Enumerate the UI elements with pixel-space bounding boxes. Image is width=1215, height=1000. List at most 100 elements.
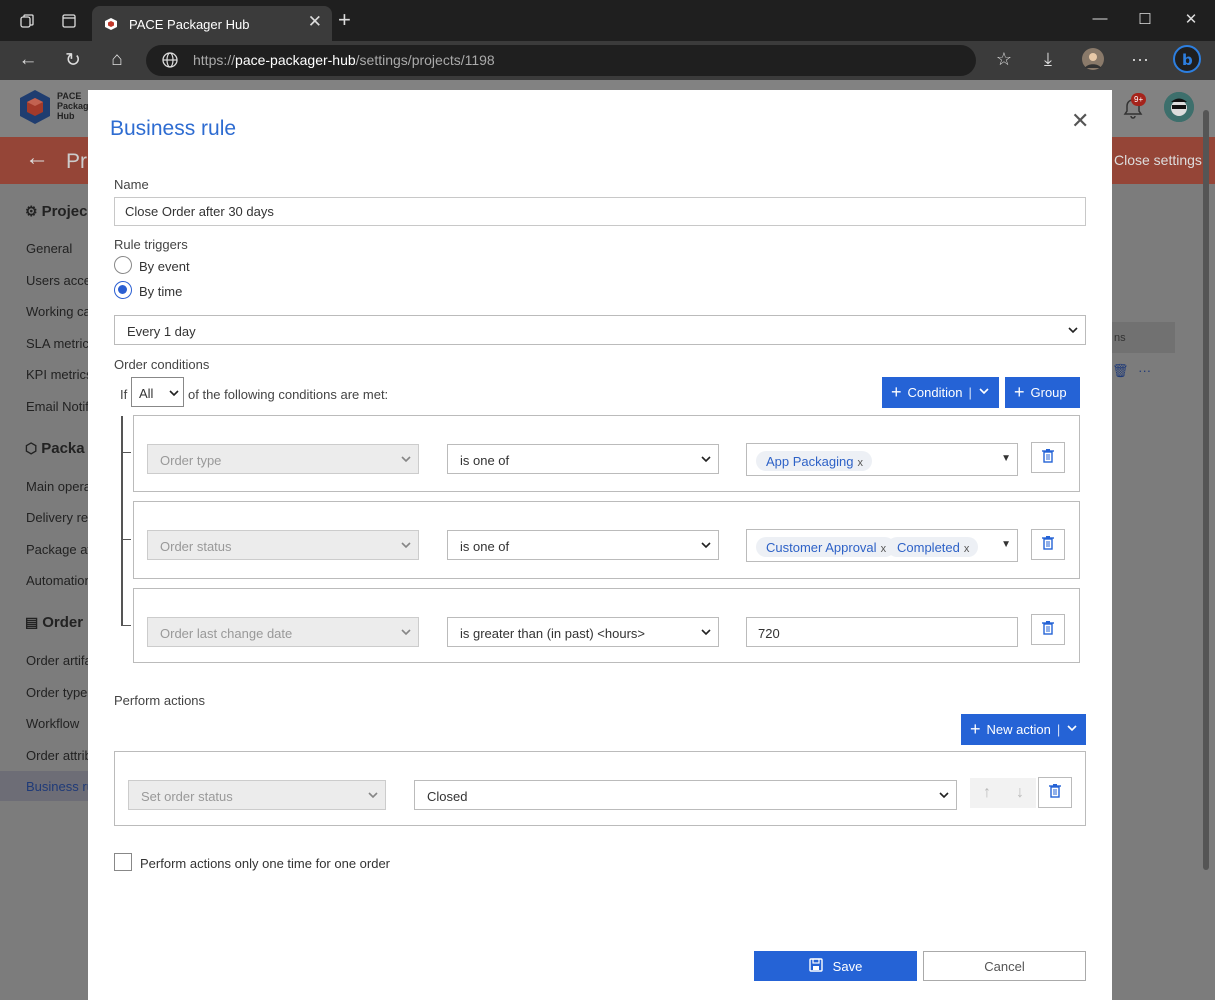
sidebar-item-sla-metrics[interactable]: SLA metric xyxy=(26,336,89,351)
sidebar-item-working-calendar[interactable]: Working ca xyxy=(26,304,91,319)
sidebar-item-kpi-metrics[interactable]: KPI metrics xyxy=(26,367,92,382)
trash-icon xyxy=(1041,448,1055,467)
move-down-arrow-icon[interactable]: ↓ xyxy=(1005,784,1035,802)
tab-actions-icon[interactable] xyxy=(56,8,82,34)
remove-tag-icon[interactable]: x xyxy=(881,543,887,555)
url-prefix: https:// xyxy=(193,52,236,68)
dialog-title: Business rule xyxy=(110,117,237,140)
order-conditions-label: Order conditions xyxy=(114,357,210,372)
condition-field-select: Order type xyxy=(147,444,419,474)
page-scrollbar[interactable] xyxy=(1201,110,1211,900)
chevron-down-icon xyxy=(367,789,379,804)
close-dialog-icon[interactable]: ✕ xyxy=(1071,108,1089,134)
condition-field-select: Order status xyxy=(147,530,419,560)
chevron-down-icon[interactable] xyxy=(978,385,990,400)
chevron-down-icon xyxy=(168,387,180,402)
plus-icon: + xyxy=(1014,382,1025,402)
sidebar-item-workflow[interactable]: Workflow xyxy=(26,716,79,731)
sidebar-item-main-operations[interactable]: Main opera xyxy=(26,479,91,494)
sidebar-item-order-attributes[interactable]: Order attrib xyxy=(26,748,92,763)
sidebar-item-general[interactable]: General xyxy=(26,241,72,256)
sidebar-item-delivery[interactable]: Delivery re xyxy=(26,510,88,525)
sidebar-item-package-attributes[interactable]: Package at xyxy=(26,542,91,557)
delete-condition-button[interactable] xyxy=(1031,442,1065,473)
pace-logo-icon xyxy=(19,89,51,128)
remove-tag-icon[interactable]: x xyxy=(857,457,863,469)
condition-operator-select[interactable]: is greater than (in past) <hours> xyxy=(447,617,719,647)
new-tab-icon[interactable]: + xyxy=(338,9,351,31)
conditions-met-text: of the following conditions are met: xyxy=(188,387,389,402)
save-button[interactable]: Save xyxy=(754,951,917,981)
trash-icon xyxy=(1041,535,1055,554)
add-group-button[interactable]: + Group xyxy=(1005,377,1080,408)
once-per-order-checkbox[interactable] xyxy=(114,853,132,871)
sidebar-item-order-artifacts[interactable]: Order artifa xyxy=(26,653,92,668)
condition-operator-select[interactable]: is one of xyxy=(447,444,719,474)
settings-sidebar: ⚙ Projec General Users acces Working ca S… xyxy=(0,184,98,1000)
workspaces-icon[interactable] xyxy=(14,8,40,34)
condition-values-multiselect[interactable]: App Packaging x ▼ xyxy=(746,443,1018,476)
delete-condition-button[interactable] xyxy=(1031,614,1065,645)
by-event-radio[interactable] xyxy=(114,256,132,274)
delete-action-button[interactable] xyxy=(1038,777,1072,808)
action-value-select[interactable]: Closed xyxy=(414,780,957,810)
sidebar-item-business-rules[interactable]: Business ru xyxy=(26,779,94,794)
by-time-label: By time xyxy=(139,284,183,299)
perform-actions-label: Perform actions xyxy=(114,693,206,708)
new-action-button[interactable]: + New action | xyxy=(961,714,1086,745)
trash-icon xyxy=(1048,783,1062,802)
url-host: pace-packager-hub xyxy=(235,52,356,68)
sidebar-item-automation[interactable]: Automation xyxy=(26,573,92,588)
delete-condition-button[interactable] xyxy=(1031,529,1065,560)
cancel-button[interactable]: Cancel xyxy=(923,951,1086,981)
schedule-select[interactable]: Every 1 day xyxy=(114,315,1086,345)
plus-icon: + xyxy=(970,719,981,739)
sidebar-section-package: ⬡ Packa xyxy=(25,440,85,457)
back-icon[interactable]: ← xyxy=(16,49,40,71)
chevron-down-icon xyxy=(1067,324,1079,339)
bing-copilot-icon[interactable]: b xyxy=(1172,44,1201,79)
condition-values-multiselect[interactable]: Customer Approval x Completed x ▼ xyxy=(746,529,1018,562)
close-settings-link[interactable]: Close settings xyxy=(1114,152,1202,168)
notification-badge: 9+ xyxy=(1131,93,1147,106)
gear-icon: ⚙ xyxy=(25,203,38,219)
value-tag: Customer Approval x xyxy=(756,537,896,557)
plus-icon: + xyxy=(891,382,902,402)
url-path: /settings/projects/1198 xyxy=(355,52,495,68)
condition-field-select: Order last change date xyxy=(147,617,419,647)
chevron-down-icon xyxy=(400,626,412,641)
condition-operator-select[interactable]: is one of xyxy=(447,530,719,560)
sidebar-item-users-access[interactable]: Users acces xyxy=(26,273,98,288)
minimize-icon[interactable]: — xyxy=(1090,10,1110,27)
match-mode-select[interactable]: All xyxy=(131,377,184,407)
add-condition-button[interactable]: + Condition | xyxy=(882,377,999,408)
logo-text: PACE Packag Hub xyxy=(57,91,89,121)
maximize-icon[interactable]: ☐ xyxy=(1135,10,1155,28)
downloads-icon[interactable]: ⤓ xyxy=(1036,49,1060,70)
refresh-icon[interactable]: ↻ xyxy=(61,49,85,72)
by-time-radio[interactable] xyxy=(114,281,132,299)
sidebar-item-order-type[interactable]: Order type xyxy=(26,685,87,700)
home-icon[interactable]: ⌂ xyxy=(105,49,129,71)
url-field[interactable]: https://pace-packager-hub/settings/proje… xyxy=(146,45,976,76)
condition-hours-input[interactable]: 720 xyxy=(746,617,1018,647)
browser-tab[interactable]: PACE Packager Hub ✕ xyxy=(92,6,332,41)
chevron-down-icon xyxy=(938,789,950,804)
move-up-arrow-icon[interactable]: ↑ xyxy=(972,784,1002,802)
row-more-icon[interactable]: ··· xyxy=(1138,363,1151,378)
favorites-icon[interactable]: ☆ xyxy=(992,49,1016,70)
row-delete-icon[interactable]: 🗑 xyxy=(1112,363,1129,378)
close-tab-icon[interactable]: ✕ xyxy=(308,12,322,32)
rule-name-input[interactable] xyxy=(114,197,1086,226)
dropdown-caret-icon[interactable]: ▼ xyxy=(1001,453,1011,464)
close-window-icon[interactable]: ✕ xyxy=(1181,10,1201,28)
back-arrow-icon[interactable]: ← xyxy=(25,144,49,172)
once-per-order-label: Perform actions only one time for one or… xyxy=(140,856,391,871)
dropdown-caret-icon[interactable]: ▼ xyxy=(1001,539,1011,550)
profile-avatar-icon[interactable] xyxy=(1081,47,1105,76)
chevron-down-icon[interactable] xyxy=(1066,722,1078,737)
user-avatar[interactable] xyxy=(1164,92,1194,122)
sidebar-item-email-notifications[interactable]: Email Notif xyxy=(26,399,89,414)
more-menu-icon[interactable]: ··· xyxy=(1128,49,1152,70)
remove-tag-icon[interactable]: x xyxy=(964,543,970,555)
